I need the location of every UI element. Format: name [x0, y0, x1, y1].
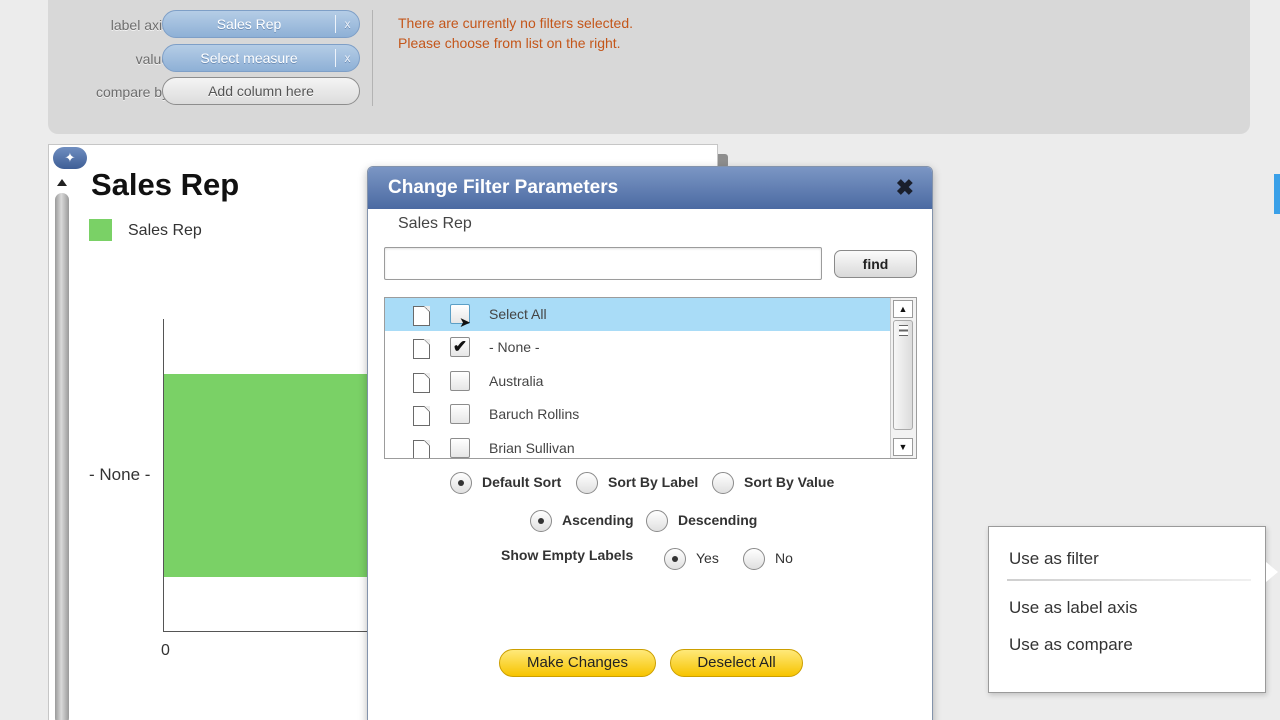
chart-scrollbar[interactable]: [55, 193, 69, 720]
sort-by-label-label: Sort By Label: [608, 474, 699, 490]
compare-by-row: compare by: Add column here: [48, 77, 378, 107]
menu-separator: [1007, 579, 1251, 581]
document-icon: [413, 373, 430, 393]
value-pill[interactable]: Select measure x: [162, 44, 360, 72]
document-icon: [413, 406, 430, 426]
make-changes-button[interactable]: Make Changes: [499, 649, 656, 677]
change-filter-dialog: Change Filter Parameters ✖ Sales Rep fin…: [367, 166, 933, 720]
menu-item-use-as-label-axis[interactable]: Use as label axis: [1009, 598, 1138, 618]
triangle-up-icon[interactable]: [57, 179, 67, 186]
label-axis-value: Sales Rep: [216, 16, 282, 32]
list-item[interactable]: Australia: [385, 365, 890, 398]
menu-item-use-as-compare[interactable]: Use as compare: [1009, 635, 1133, 655]
empty-no-label: No: [775, 550, 793, 566]
label-axis-row: label axis: Sales Rep x: [48, 10, 378, 40]
radio-empty-yes[interactable]: [664, 548, 686, 570]
list-scrollbar[interactable]: ▲ ▼: [890, 298, 916, 458]
menu-pointer: [1266, 562, 1278, 582]
list-item-label: Australia: [489, 373, 544, 389]
radio-ascending[interactable]: [530, 510, 552, 532]
radio-sort-by-value[interactable]: [712, 472, 734, 494]
radio-empty-no[interactable]: [743, 548, 765, 570]
checkbox[interactable]: ✔: [450, 337, 470, 357]
order-options: Ascending Descending: [368, 509, 934, 533]
close-icon[interactable]: ✖: [896, 175, 914, 201]
panel-divider: [372, 10, 373, 106]
find-button[interactable]: find: [834, 250, 917, 278]
empty-yes-label: Yes: [696, 550, 719, 566]
legend-swatch: [89, 219, 112, 241]
sort-options: Default Sort Sort By Label Sort By Value: [368, 471, 934, 495]
descending-label: Descending: [678, 512, 758, 528]
ascending-label: Ascending: [562, 512, 634, 528]
filter-value-list: Select All ➤ ✔ - None - Australia Baruch…: [384, 297, 917, 459]
dialog-title: Change Filter Parameters: [388, 177, 619, 198]
value-measure: Select measure: [200, 50, 298, 66]
list-item[interactable]: Select All ➤: [385, 298, 890, 331]
list-item[interactable]: Baruch Rollins: [385, 398, 890, 431]
menu-item-use-as-filter[interactable]: Use as filter: [1009, 549, 1099, 569]
legend-label: Sales Rep: [128, 222, 202, 239]
document-icon: [413, 306, 430, 326]
sort-by-value-label: Sort By Value: [744, 474, 835, 490]
filter-message: There are currently no filters selected.…: [398, 13, 633, 53]
dialog-header[interactable]: Change Filter Parameters ✖: [368, 167, 932, 209]
list-item-label: - None -: [489, 339, 540, 355]
column-context-menu: Use as filter Use as label axis Use as c…: [988, 526, 1266, 693]
clear-label-axis-button[interactable]: x: [335, 15, 359, 33]
document-icon: [413, 440, 430, 458]
mouse-cursor-icon: ➤: [459, 314, 471, 330]
right-edge-accent: [1274, 174, 1280, 214]
list-item-label: Select All: [489, 306, 547, 322]
document-icon: [413, 339, 430, 359]
filter-message-line-1: There are currently no filters selected.: [398, 15, 633, 31]
checkbox[interactable]: [450, 404, 470, 424]
list-item-label: Brian Sullivan: [489, 440, 575, 456]
list-item[interactable]: Brian Sullivan: [385, 432, 890, 458]
clear-value-button[interactable]: x: [335, 49, 359, 67]
value-row: value: Select measure x: [48, 44, 378, 74]
list-item-label: Baruch Rollins: [489, 406, 580, 422]
scroll-up-icon[interactable]: ▲: [893, 300, 913, 318]
label-axis-pill[interactable]: Sales Rep x: [162, 10, 360, 38]
checkbox[interactable]: [450, 371, 470, 391]
deselect-all-button[interactable]: Deselect All: [670, 649, 803, 677]
scroll-thumb[interactable]: [893, 320, 913, 430]
list-item[interactable]: ✔ - None -: [385, 331, 890, 364]
default-sort-label: Default Sort: [482, 474, 562, 490]
radio-descending[interactable]: [646, 510, 668, 532]
compare-by-dropzone[interactable]: Add column here: [162, 77, 360, 105]
filter-message-line-2: Please choose from list on the right.: [398, 35, 621, 51]
checkbox[interactable]: [450, 438, 470, 458]
dialog-subtitle: Sales Rep: [398, 215, 472, 232]
scroll-down-icon[interactable]: ▼: [893, 438, 913, 456]
chart-title: Sales Rep: [91, 167, 240, 202]
empty-labels-options: Yes No: [368, 547, 934, 571]
radio-sort-by-label[interactable]: [576, 472, 598, 494]
axis-config-panel: label axis: Sales Rep x value: Select me…: [48, 0, 1250, 134]
filter-search-input[interactable]: [384, 247, 822, 280]
puzzle-icon[interactable]: ✦: [53, 147, 87, 169]
radio-default-sort[interactable]: [450, 472, 472, 494]
y-category-label: - None -: [89, 465, 151, 484]
x-tick-label: 0: [161, 642, 170, 659]
